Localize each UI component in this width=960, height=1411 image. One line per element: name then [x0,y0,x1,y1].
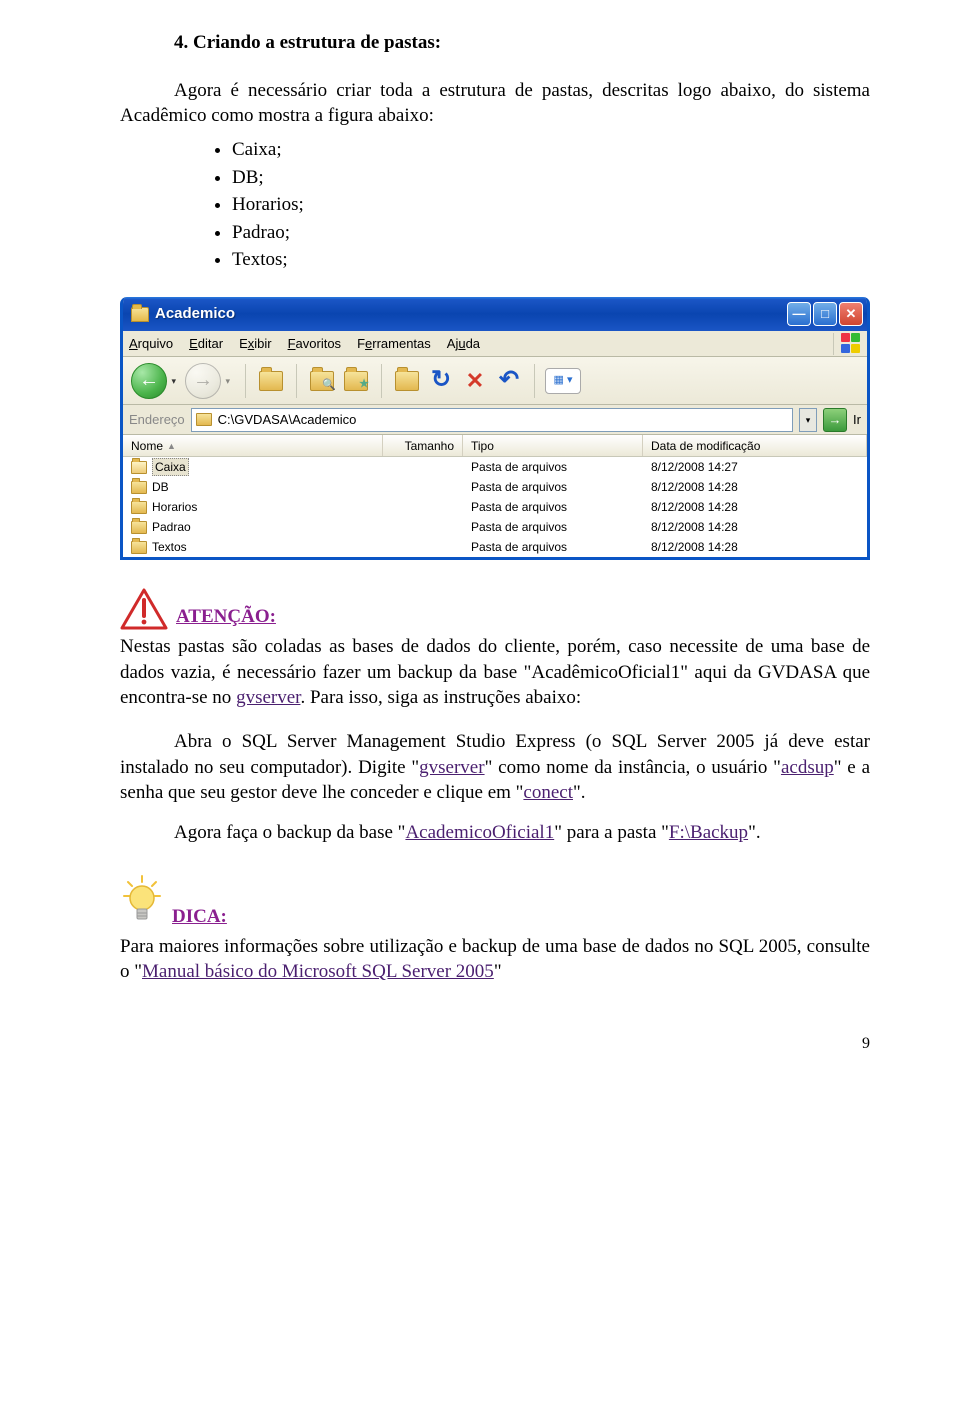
maximize-button[interactable]: □ [813,302,837,326]
list-item: DB; [232,165,870,191]
back-button[interactable]: ←▾ [131,363,167,399]
address-input[interactable]: C:\GVDASA\Academico [191,408,793,432]
folder-icon [131,541,147,554]
folder-icon [131,501,147,514]
list-item: Caixa; [232,137,870,163]
folder-icon [196,413,212,426]
folder-icon [131,521,147,534]
gvserver-link: gvserver [236,687,300,708]
acdsup-link: acdsup [781,757,834,778]
delete-button[interactable]: ✕ [460,366,490,396]
menu-bar: Arquivo Editar Exibir Favoritos Ferramen… [123,331,867,357]
lightbulb-icon [120,874,164,930]
backup-path-link: F:\Backup [669,822,748,843]
windows-explorer-window: Academico — □ ✕ Arquivo Editar Exibir Fa… [120,297,870,560]
go-label: Ir [853,411,861,429]
conect-link: conect [523,782,573,803]
window-title: Academico [155,304,235,324]
menu-ajuda[interactable]: Ajuda [447,335,480,353]
toolbar: ←▾ →▾ ↻ ✕ ↶ ▦ ▾ [123,357,867,405]
title-bar[interactable]: Academico — □ ✕ [123,297,867,331]
folder-row[interactable]: Textos Pasta de arquivos 8/12/2008 14:28 [123,537,867,557]
address-label: Endereço [129,411,185,429]
sort-asc-icon: ▲ [167,440,176,452]
list-item: Textos; [232,247,870,273]
list-item: Padrao; [232,220,870,246]
go-button[interactable]: → [823,408,847,432]
search-button[interactable] [307,366,337,396]
menu-favoritos[interactable]: Favoritos [288,335,341,353]
address-path: C:\GVDASA\Academico [218,411,357,429]
sync-button[interactable]: ↻ [426,366,456,396]
close-button[interactable]: ✕ [839,302,863,326]
list-item: Horarios; [232,192,870,218]
tip-paragraph: Para maiores informações sobre utilizaçã… [120,934,870,985]
menu-arquivo[interactable]: Arquivo [129,335,173,353]
page-number: 9 [120,1033,870,1055]
address-bar: Endereço C:\GVDASA\Academico ▾ → Ir [123,405,867,435]
sql-paragraph-2: Agora faça o backup da base "AcademicoOf… [120,820,870,846]
folder-row[interactable]: Caixa Pasta de arquivos 8/12/2008 14:27 [123,457,867,477]
gvserver-link: gvserver [419,757,484,778]
academico-link: AcademicoOficial1 [405,822,554,843]
folder-row[interactable]: Horarios Pasta de arquivos 8/12/2008 14:… [123,497,867,517]
folder-row[interactable]: Padrao Pasta de arquivos 8/12/2008 14:28 [123,517,867,537]
warning-triangle-icon [120,588,168,630]
column-headers: Nome▲ Tamanho Tipo Data de modificação [123,435,867,457]
attention-paragraph: Nestas pastas são coladas as bases de da… [120,634,870,711]
folder-icon [131,307,149,322]
address-dropdown[interactable]: ▾ [799,408,817,432]
folder-icon [131,481,147,494]
folder-row[interactable]: DB Pasta de arquivos 8/12/2008 14:28 [123,477,867,497]
col-header-type[interactable]: Tipo [463,435,643,456]
folders-button[interactable] [341,366,371,396]
col-header-size[interactable]: Tamanho [383,435,463,456]
tip-label: DICA: [172,904,227,930]
history-button[interactable] [392,366,422,396]
col-header-name[interactable]: Nome▲ [123,435,383,456]
minimize-button[interactable]: — [787,302,811,326]
manual-link: Manual básico do Microsoft SQL Server 20… [142,961,494,982]
intro-paragraph: Agora é necessário criar toda a estrutur… [120,78,870,129]
windows-flag-icon [833,333,861,355]
folder-bullet-list: Caixa; DB; Horarios; Padrao; Textos; [232,137,870,273]
menu-editar[interactable]: Editar [189,335,223,353]
views-button[interactable]: ▦ ▾ [545,368,581,394]
col-header-date[interactable]: Data de modificação [643,435,867,456]
up-folder-button[interactable] [256,366,286,396]
menu-exibir[interactable]: Exibir [239,335,272,353]
menu-ferramentas[interactable]: Ferramentas [357,335,431,353]
sql-paragraph-1: Abra o SQL Server Management Studio Expr… [120,729,870,806]
section-heading: 4. Criando a estrutura de pastas: [120,30,870,56]
undo-button[interactable]: ↶ [494,366,524,396]
folder-icon [131,461,147,474]
file-list: Caixa Pasta de arquivos 8/12/2008 14:27 … [123,457,867,557]
attention-label: ATENÇÃO: [176,604,276,630]
forward-button[interactable]: →▾ [185,363,221,399]
